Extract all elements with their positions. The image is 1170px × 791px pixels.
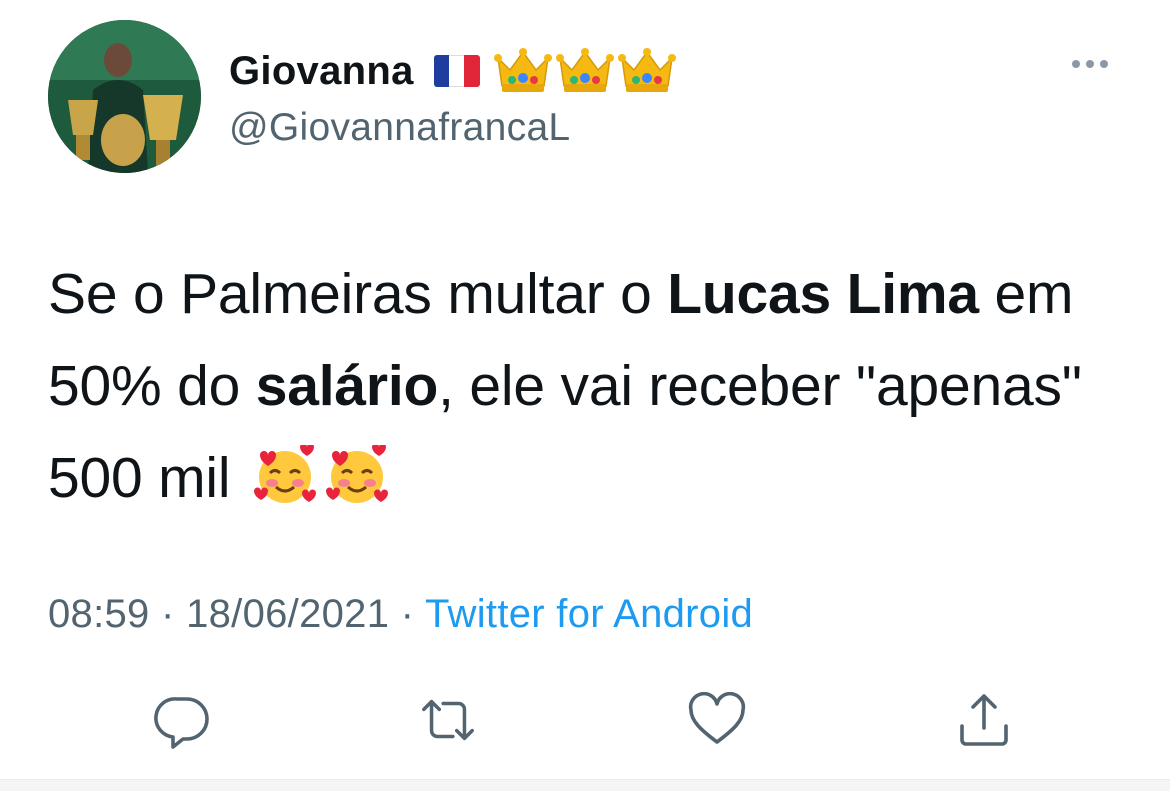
crown-emojis bbox=[490, 48, 676, 94]
tweet-time[interactable]: 08:59 bbox=[48, 592, 150, 636]
avatar[interactable] bbox=[48, 20, 201, 173]
reply-icon bbox=[154, 697, 209, 749]
tweet-date[interactable]: 18/06/2021 bbox=[186, 592, 389, 636]
more-dot-icon bbox=[1072, 60, 1080, 68]
reply-button[interactable] bbox=[152, 690, 212, 750]
tweet-meta: 08:59 · 18/06/2021 · Twitter for Android bbox=[48, 592, 753, 637]
tweet-text-bold-name: Lucas Lima bbox=[667, 262, 979, 326]
tweet-actions bbox=[0, 690, 1170, 750]
more-options-button[interactable] bbox=[1072, 60, 1108, 68]
crown-icon bbox=[555, 48, 614, 92]
more-dot-icon bbox=[1086, 60, 1094, 68]
crown-icon bbox=[617, 48, 676, 92]
author-handle[interactable]: @GiovannafrancaL bbox=[229, 106, 676, 150]
smiling-face-with-hearts-icon bbox=[252, 442, 318, 534]
tweet-source-link[interactable]: Twitter for Android bbox=[425, 592, 753, 636]
author-name[interactable]: Giovanna bbox=[229, 49, 414, 94]
more-dot-icon bbox=[1100, 60, 1108, 68]
like-button[interactable] bbox=[687, 690, 747, 750]
heart-icon bbox=[688, 692, 746, 744]
bottom-strip bbox=[0, 780, 1170, 791]
meta-separator: · bbox=[149, 592, 187, 636]
flag-france-icon bbox=[433, 55, 480, 87]
share-icon bbox=[960, 694, 1008, 746]
tweet-text-bold-salary: salário bbox=[255, 354, 439, 418]
meta-separator: · bbox=[389, 592, 425, 636]
tweet-text-segment: Se o Palmeiras multar o bbox=[48, 262, 668, 326]
tweet-header: Giovanna @GiovannafrancaL bbox=[229, 46, 676, 150]
tweet-text: Se o Palmeiras multar o Lucas Lima em 50… bbox=[48, 248, 1128, 534]
tweet-card: Giovanna @GiovannafrancaL Se o Palmeiras… bbox=[0, 0, 1170, 780]
retweet-button[interactable] bbox=[418, 690, 478, 750]
share-button[interactable] bbox=[954, 690, 1014, 750]
crown-icon bbox=[493, 48, 552, 92]
retweet-icon bbox=[422, 699, 474, 741]
smiling-face-with-hearts-icon bbox=[324, 442, 390, 534]
